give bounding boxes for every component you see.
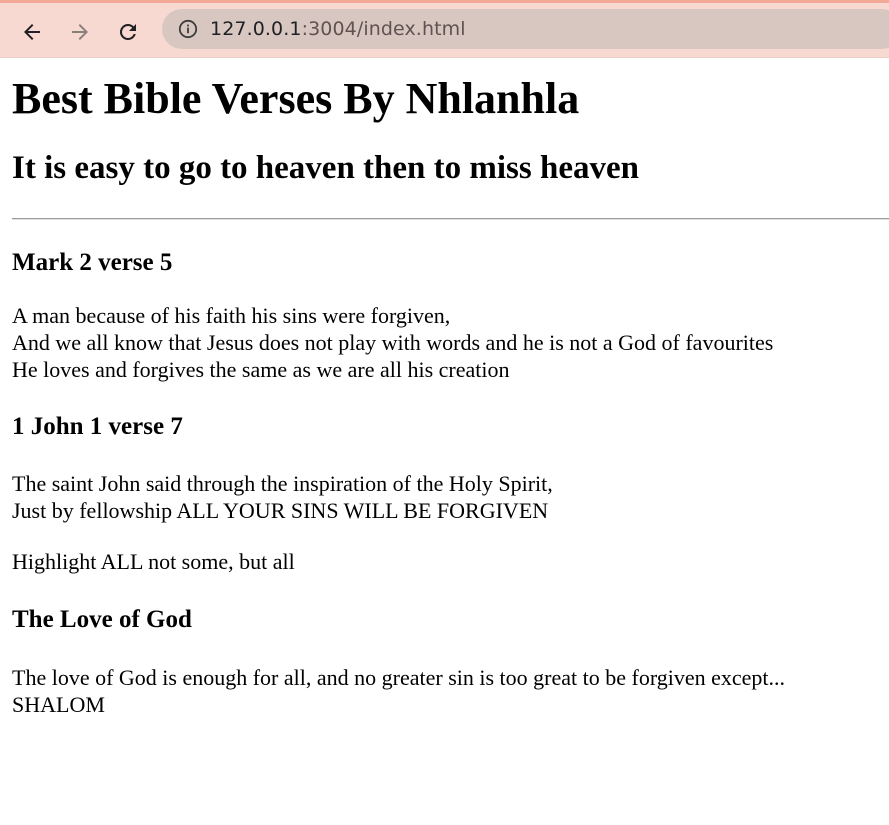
text-line: He loves and forgives the same as we are… [12,357,510,382]
section-heading-john: 1 John 1 verse 7 [12,413,183,440]
page-subtitle: It is easy to go to heaven then to miss … [12,150,639,186]
url-host: 127.0.0.1 [210,18,302,40]
page-title: Best Bible Verses By Nhlanhla [12,74,580,123]
section-text-mark: A man because of his faith his sins were… [12,302,889,383]
section-heading-mark: Mark 2 verse 5 [12,249,173,276]
arrow-left-icon [24,24,40,40]
section-heading-love: The Love of God [12,606,192,633]
text-line: The love of God is enough for all, and n… [12,665,786,690]
section-text-john: The saint John said through the inspirat… [12,470,889,524]
text-line: A man because of his faith his sins were… [12,303,451,328]
text-line: The saint John said through the inspirat… [12,471,553,496]
reload-button[interactable] [112,16,144,48]
forward-button[interactable] [64,16,96,48]
text-line: And we all know that Jesus does not play… [12,330,774,355]
arrow-right-icon [72,24,88,40]
section-text-love: The love of God is enough for all, and n… [12,664,889,718]
url-text[interactable]: 127.0.0.1:3004/index.html [210,18,466,40]
text-line: Just by fellowship ALL YOUR SINS WILL BE… [12,498,549,523]
info-icon[interactable] [176,17,200,41]
url-path: :3004/index.html [301,18,466,40]
back-button[interactable] [16,16,48,48]
browser-toolbar: 127.0.0.1:3004/index.html [0,0,889,58]
page-content: Best Bible Verses By Nhlanhla It is easy… [0,72,889,718]
address-bar[interactable]: 127.0.0.1:3004/index.html [162,9,889,49]
text-line: SHALOM [12,692,105,717]
divider [12,218,889,220]
reload-icon [119,23,136,40]
section-note-john: Highlight ALL not some, but all [12,549,295,574]
